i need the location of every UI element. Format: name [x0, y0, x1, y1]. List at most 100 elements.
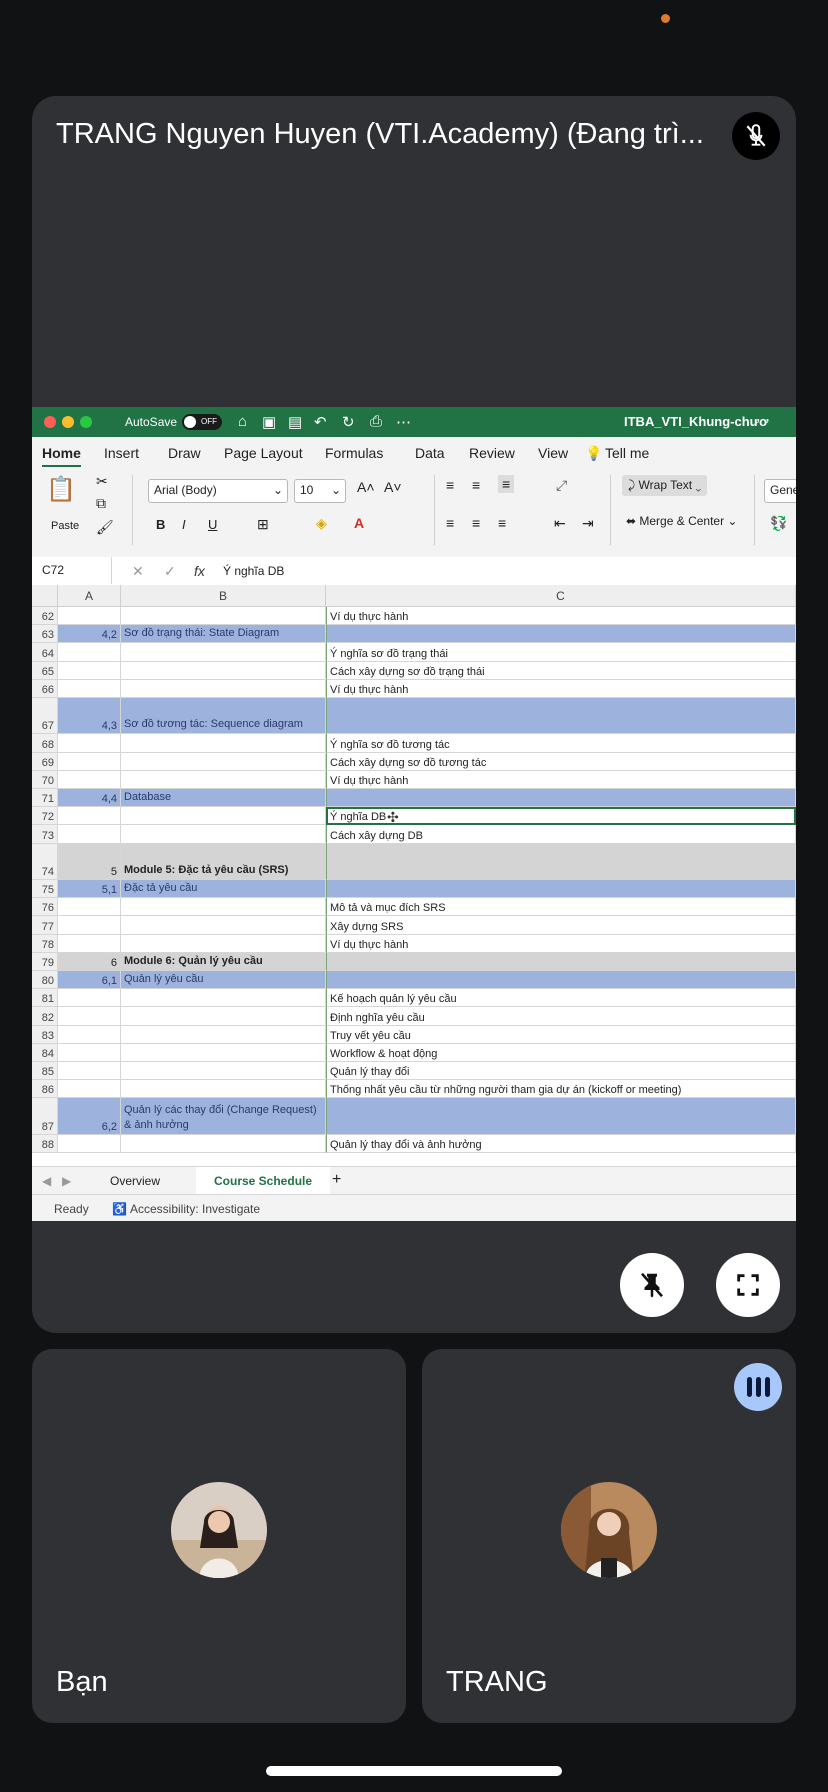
orientation-icon[interactable]: ⤢	[556, 477, 567, 494]
row-number[interactable]: 62	[32, 607, 58, 626]
cell-b[interactable]	[121, 661, 326, 680]
font-size-select[interactable]: 10 ⌄	[294, 479, 346, 503]
cell-b[interactable]: Module 5: Đặc tả yêu cầu (SRS)	[121, 843, 326, 880]
underline-button[interactable]: U	[208, 517, 217, 532]
shrink-font-button[interactable]: A˅	[384, 479, 402, 495]
wrap-text-button[interactable]: ⤸ Wrap Text ⌄	[622, 475, 708, 496]
cell-c[interactable]	[326, 625, 796, 644]
cancel-icon[interactable]: ✕	[132, 563, 144, 580]
merge-center-button[interactable]: ⬌ Merge & Center ⌄	[626, 514, 737, 528]
number-format-select[interactable]: General	[764, 479, 796, 503]
paste-label[interactable]: Paste	[51, 520, 79, 532]
row-number[interactable]: 87	[32, 1098, 58, 1135]
cell-a[interactable]	[58, 934, 121, 953]
increase-indent-icon[interactable]: ⇥	[582, 515, 594, 532]
cell-b[interactable]: Sơ đồ trạng thái: State Diagram	[121, 625, 326, 644]
cell-c[interactable]: Thống nhất yêu cầu từ những người tham g…	[326, 1080, 796, 1099]
cell-c[interactable]	[326, 843, 796, 880]
tab-draw[interactable]: Draw	[168, 445, 201, 461]
cell-b[interactable]	[121, 934, 326, 953]
bold-button[interactable]: B	[156, 517, 165, 532]
cell-b[interactable]	[121, 898, 326, 917]
column-header-a[interactable]: A	[58, 585, 121, 607]
cell-b[interactable]	[121, 679, 326, 698]
confirm-icon[interactable]: ✓	[164, 563, 176, 580]
cut-icon[interactable]: ✂	[96, 473, 108, 490]
cell-a[interactable]	[58, 607, 121, 626]
sheet-tab-overview[interactable]: Overview	[110, 1174, 160, 1188]
cell-a[interactable]: 4,4	[58, 789, 121, 808]
cell-c[interactable]: Quản lý thay đổi và ảnh hưởng	[326, 1134, 796, 1153]
cell-a[interactable]	[58, 1080, 121, 1099]
cell-a[interactable]: 6	[58, 952, 121, 971]
cell-b[interactable]: Sơ đồ tương tác: Sequence diagram	[121, 698, 326, 735]
cell-b[interactable]	[121, 825, 326, 844]
row-number[interactable]: 81	[32, 989, 58, 1008]
cell-a[interactable]	[58, 679, 121, 698]
align-bottom-icon[interactable]: ≡	[498, 475, 515, 493]
save-icon[interactable]: ▣	[262, 413, 276, 431]
cell-c[interactable]: Cách xây dựng sơ đồ trạng thái	[326, 661, 796, 680]
cell-a[interactable]: 6,2	[58, 1098, 121, 1135]
cell-c[interactable]	[326, 880, 796, 899]
cell-a[interactable]	[58, 898, 121, 917]
cell-c[interactable]: Truy vết yêu cầu	[326, 1025, 796, 1044]
cell-b[interactable]	[121, 734, 326, 753]
more-icon[interactable]: ⋯	[396, 413, 411, 431]
tab-home[interactable]: Home	[42, 445, 81, 468]
tab-review[interactable]: Review	[469, 445, 515, 461]
cell-a[interactable]: 4,3	[58, 698, 121, 735]
grow-font-button[interactable]: A˄	[357, 479, 375, 495]
cell-a[interactable]: 5,1	[58, 880, 121, 899]
currency-icon[interactable]: 💱	[770, 515, 787, 532]
row-number[interactable]: 71	[32, 789, 58, 808]
close-window-dot[interactable]	[44, 416, 56, 428]
cell-b[interactable]	[121, 607, 326, 626]
cell-c[interactable]: Xây dựng SRS	[326, 916, 796, 935]
redo-icon[interactable]: ↻	[342, 413, 355, 431]
row-number[interactable]: 86	[32, 1080, 58, 1099]
row-number[interactable]: 83	[32, 1025, 58, 1044]
decrease-indent-icon[interactable]: ⇤	[554, 515, 566, 532]
font-color-icon[interactable]: A	[354, 515, 364, 531]
fill-color-icon[interactable]: ◈	[316, 515, 327, 532]
cell-c[interactable]: Cách xây dựng sơ đồ tương tác	[326, 752, 796, 771]
minimize-window-dot[interactable]	[62, 416, 74, 428]
font-name-select[interactable]: Arial (Body) ⌄	[148, 479, 288, 503]
cell-c[interactable]	[326, 952, 796, 971]
cell-a[interactable]	[58, 825, 121, 844]
tab-page-layout[interactable]: Page Layout	[224, 445, 303, 461]
row-number[interactable]: 73	[32, 825, 58, 844]
row-number[interactable]: 64	[32, 643, 58, 662]
participant-tile-trang[interactable]: TRANG	[422, 1349, 796, 1723]
cell-b[interactable]: Quản lý các thay đổi (Change Request) & …	[121, 1098, 326, 1135]
cell-b[interactable]: Database	[121, 789, 326, 808]
cell-b[interactable]	[121, 752, 326, 771]
save-as-icon[interactable]: ▤	[288, 413, 302, 431]
cell-c[interactable]: Ý nghĩa sơ đồ trạng thái	[326, 643, 796, 662]
cell-c[interactable]: Cách xây dựng DB	[326, 825, 796, 844]
row-number[interactable]: 70	[32, 770, 58, 789]
cell-c[interactable]: Kế hoạch quản lý yêu cầu	[326, 989, 796, 1008]
cell-b[interactable]	[121, 1043, 326, 1062]
tab-formulas[interactable]: Formulas	[325, 445, 383, 461]
align-top-icon[interactable]: ≡	[446, 477, 454, 493]
cell-b[interactable]: Đặc tả yêu cầu	[121, 880, 326, 899]
row-number[interactable]: 68	[32, 734, 58, 753]
presenter-tile[interactable]: TRANG Nguyen Huyen (VTI.Academy) (Đang t…	[32, 96, 796, 1333]
print-icon[interactable]: ⎙	[370, 413, 382, 430]
status-accessibility[interactable]: Accessibility: Investigate	[130, 1202, 260, 1216]
prev-sheet-icon[interactable]: ◀	[42, 1174, 51, 1188]
row-number[interactable]: 74	[32, 843, 58, 880]
cell-c[interactable]: Ví dụ thực hành	[326, 770, 796, 789]
cell-c[interactable]: Định nghĩa yêu cầu	[326, 1007, 796, 1026]
row-number[interactable]: 80	[32, 971, 58, 990]
autosave-toggle[interactable]: OFF	[182, 414, 222, 430]
spreadsheet-grid[interactable]: 62 Ví dụ thực hành 63 4,2 Sơ đồ trạng thái: …	[32, 607, 796, 1166]
row-number[interactable]: 63	[32, 625, 58, 644]
cell-a[interactable]: 5	[58, 843, 121, 880]
participant-tile-self[interactable]: Bạn	[32, 1349, 406, 1723]
tab-tell-me[interactable]: Tell me	[605, 445, 649, 461]
cell-b[interactable]	[121, 807, 326, 826]
format-painter-icon[interactable]: 🖌	[96, 519, 114, 536]
